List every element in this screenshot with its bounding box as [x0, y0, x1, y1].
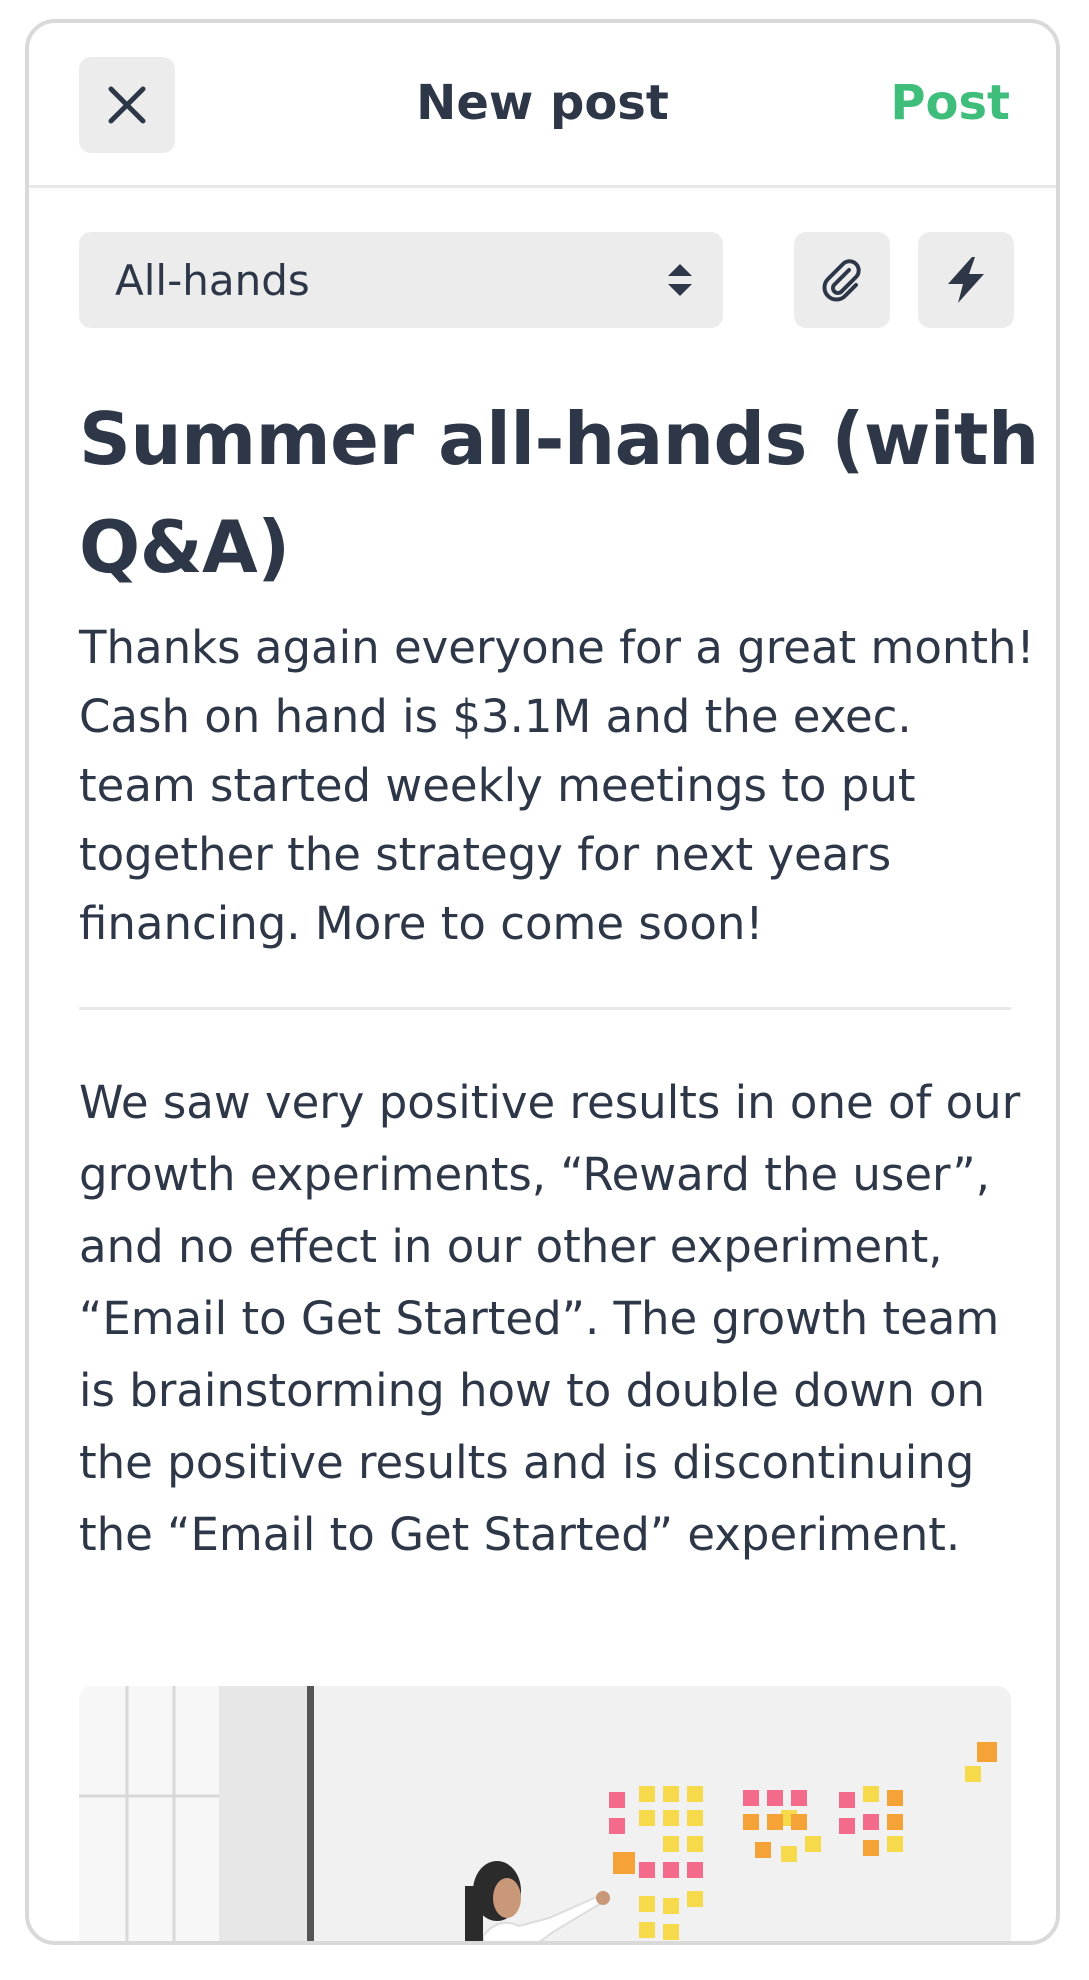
paperclip-icon: [822, 259, 861, 302]
close-icon: [108, 86, 146, 124]
lightning-icon: [948, 257, 984, 303]
attach-button[interactable]: [794, 232, 890, 328]
close-button[interactable]: [79, 57, 175, 153]
channel-select-value: All-hands: [115, 256, 310, 305]
post-title[interactable]: Summer all-hands (with Q&A): [79, 385, 1039, 601]
post-image: [79, 1686, 1011, 1941]
divider: [79, 1007, 1011, 1010]
post-button[interactable]: Post: [890, 75, 1010, 131]
chevron-updown-icon: [668, 264, 692, 296]
post-paragraph[interactable]: We saw very positive results in one of o…: [79, 1067, 1039, 1571]
mobile-frame: New post Post All-hands Summer all-hands…: [25, 19, 1060, 1945]
channel-select[interactable]: All-hands: [79, 232, 723, 328]
flash-button[interactable]: [918, 232, 1014, 328]
header-bar: New post Post: [29, 23, 1056, 188]
post-paragraph[interactable]: Thanks again everyone for a great month!…: [79, 613, 1039, 958]
